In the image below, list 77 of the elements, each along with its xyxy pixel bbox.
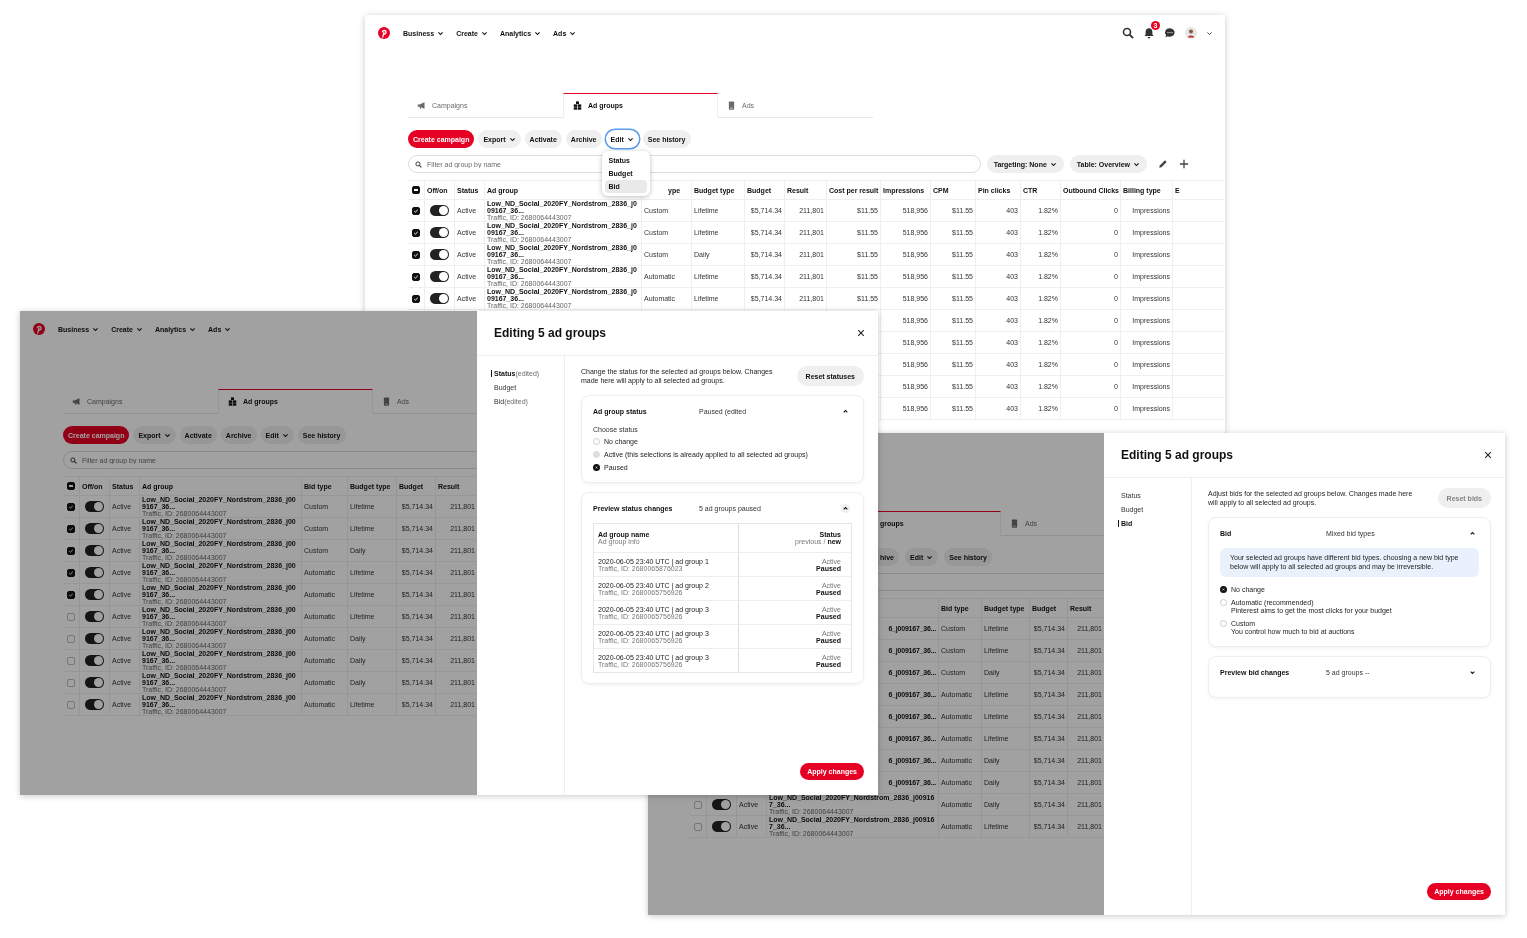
checkbox[interactable] (67, 656, 75, 665)
radio-button[interactable] (1220, 586, 1227, 593)
search-icon (70, 456, 77, 464)
toggle-switch[interactable] (85, 567, 104, 578)
select-all-checkbox[interactable] (67, 482, 75, 490)
checkbox[interactable] (67, 700, 75, 709)
toggle-switch[interactable] (430, 205, 449, 216)
checkbox[interactable] (67, 590, 75, 599)
search-field[interactable] (878, 573, 1104, 591)
chevron-down-icon (281, 431, 289, 439)
chevron-down-icon (135, 325, 143, 333)
toggle-switch[interactable] (85, 589, 104, 600)
dialog-title: Editing 5 ad groups (1121, 448, 1233, 462)
checkbox[interactable] (412, 250, 420, 259)
search-icon (415, 160, 422, 168)
checkbox[interactable] (67, 634, 75, 643)
chevron-down-icon (92, 325, 100, 333)
toggle-switch[interactable] (85, 545, 104, 556)
phone-icon (1010, 519, 1019, 528)
toggle-switch[interactable] (85, 633, 104, 644)
toggle-switch[interactable] (85, 523, 104, 534)
logo-icon[interactable] (33, 323, 45, 335)
chevron-down-icon (1049, 160, 1057, 168)
toggle-switch[interactable] (85, 677, 104, 688)
chat-icon[interactable] (1164, 27, 1176, 39)
checkbox[interactable] (67, 524, 75, 533)
chevron-down-icon (163, 431, 171, 439)
select-all-checkbox[interactable] (412, 186, 420, 194)
checkbox[interactable] (412, 272, 420, 281)
chevron-down-icon (508, 135, 516, 143)
chevron-up-icon[interactable] (841, 503, 850, 513)
checkbox[interactable] (67, 546, 75, 555)
chevron-down-icon (189, 325, 197, 333)
phone-icon (382, 397, 391, 406)
checkbox[interactable] (694, 822, 702, 831)
toggle-switch[interactable] (430, 293, 449, 304)
checkbox[interactable] (67, 678, 75, 687)
checkbox[interactable] (67, 568, 75, 577)
bell-icon[interactable] (1143, 27, 1155, 39)
chevron-down-icon (569, 29, 577, 37)
chevron-down-icon (480, 29, 488, 37)
radio-button[interactable] (593, 464, 600, 471)
toggle-switch[interactable] (85, 501, 104, 512)
phone-icon (727, 101, 736, 110)
close-icon[interactable] (1484, 451, 1492, 459)
toggle-switch[interactable] (712, 799, 731, 810)
plus-icon[interactable] (1179, 159, 1189, 169)
chevron-down-icon[interactable] (1206, 29, 1213, 37)
checkbox[interactable] (412, 294, 420, 303)
checkbox[interactable] (412, 228, 420, 237)
chevron-down-icon (437, 29, 445, 37)
logo-icon[interactable] (378, 27, 390, 39)
toggle-switch[interactable] (430, 249, 449, 260)
checkbox[interactable] (67, 502, 75, 511)
checkbox[interactable] (67, 612, 75, 621)
avatar-icon[interactable] (1185, 27, 1197, 39)
boxes-icon (228, 397, 237, 406)
checkbox[interactable] (694, 800, 702, 809)
pencil-icon[interactable] (1158, 159, 1168, 169)
megaphone-icon (417, 101, 426, 110)
toggle-switch[interactable] (85, 655, 104, 666)
chevron-down-icon (626, 135, 634, 143)
toggle-switch[interactable] (712, 821, 731, 832)
megaphone-icon (72, 397, 81, 406)
search-icon[interactable] (1122, 27, 1134, 39)
toggle-switch[interactable] (430, 227, 449, 238)
checkbox[interactable] (412, 206, 420, 215)
toggle-switch[interactable] (430, 271, 449, 282)
boxes-icon (573, 101, 582, 110)
chevron-down-icon (534, 29, 542, 37)
chevron-down-icon (1133, 160, 1140, 168)
toggle-switch[interactable] (85, 699, 104, 710)
dialog-title: Editing 5 ad groups (494, 326, 606, 340)
chevron-down-icon (926, 553, 934, 561)
chevron-down-icon (224, 325, 232, 333)
toggle-switch[interactable] (85, 611, 104, 622)
close-icon[interactable] (857, 329, 865, 337)
